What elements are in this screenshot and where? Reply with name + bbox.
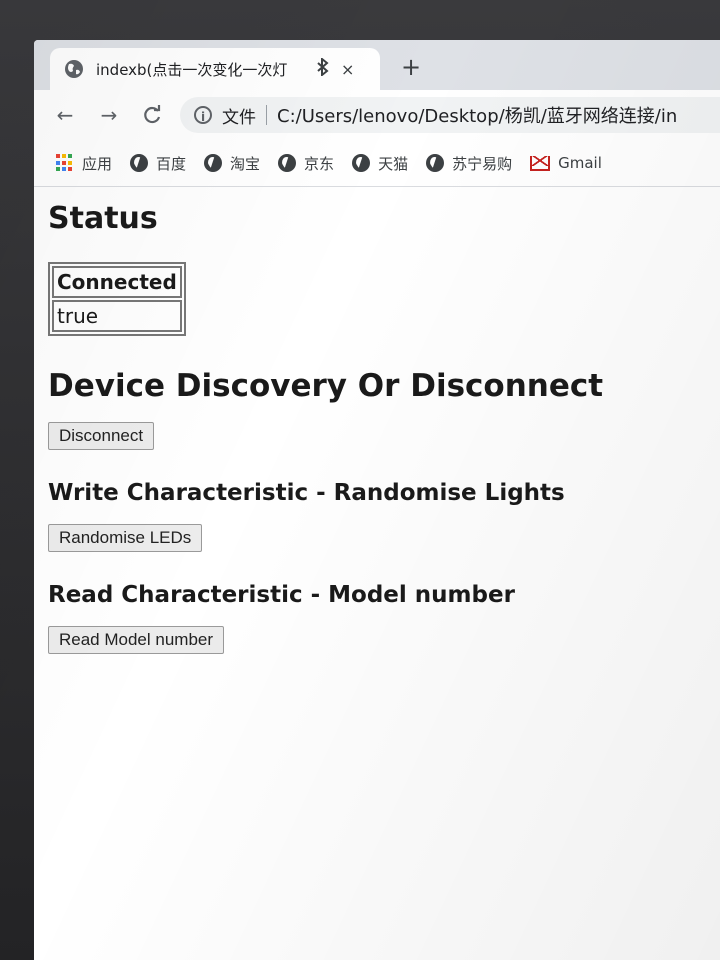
randomise-leds-button[interactable]: Randomise LEDs (48, 524, 203, 552)
new-tab-button[interactable]: + (398, 54, 424, 80)
bookmark-label: 淘宝 (230, 154, 261, 173)
apps-icon (56, 154, 74, 172)
bookmark-taobao[interactable]: 淘宝 (204, 153, 260, 174)
status-table: Connected true (48, 262, 186, 336)
bookmark-label: 百度 (156, 154, 187, 173)
address-bar[interactable]: i 文件 C:/Users/lenovo/Desktop/杨凯/蓝牙网络连接/i… (180, 97, 720, 133)
status-heading: Status (48, 201, 158, 236)
globe-icon (426, 154, 445, 172)
tab-indexb[interactable]: indexb(点击一次变化一次灯 × (50, 48, 380, 90)
reload-button[interactable] (140, 102, 166, 128)
bookmark-jd[interactable]: 京东 (278, 153, 334, 174)
globe-icon (278, 154, 297, 172)
scheme-label: 文件 (222, 107, 256, 128)
bookmarks-bar: 应用 百度 淘宝 京东 天猫 苏宁易购 Gmail (34, 140, 720, 187)
bookmark-label: Gmail (558, 154, 602, 172)
arrow-left-icon: ← (56, 103, 74, 127)
read-model-number-button[interactable]: Read Model number (48, 626, 225, 654)
tab-title: indexb(点击一次变化一次灯 (96, 60, 288, 79)
bookmark-suning[interactable]: 苏宁易购 (426, 153, 512, 174)
info-icon[interactable]: i (194, 106, 212, 124)
bookmark-label: 天猫 (378, 154, 409, 173)
globe-icon (204, 154, 223, 172)
back-button[interactable]: ← (52, 102, 78, 128)
forward-button[interactable]: → (96, 102, 122, 128)
url-text[interactable]: C:/Users/lenovo/Desktop/杨凯/蓝牙网络连接/in (277, 102, 677, 128)
bookmark-baidu[interactable]: 百度 (130, 153, 186, 174)
connected-value: true (52, 300, 182, 332)
page-content: Status Connected true Device Discovery O… (34, 187, 720, 960)
toolbar: ← → i 文件 C:/Users/lenovo/Desktop/杨凯/蓝牙网络… (34, 90, 720, 140)
tab-strip: indexb(点击一次变化一次灯 × + (34, 40, 720, 90)
write-heading: Write Characteristic - Randomise Lights (48, 480, 565, 506)
bookmark-apps[interactable]: 应用 (56, 153, 112, 174)
globe-icon (65, 60, 83, 78)
close-icon[interactable]: × (341, 60, 354, 79)
globe-icon (130, 154, 149, 172)
bookmark-label: 应用 (82, 154, 113, 173)
globe-icon (352, 154, 371, 172)
discovery-heading: Device Discovery Or Disconnect (48, 368, 604, 404)
reload-icon (144, 105, 161, 124)
bookmark-label: 京东 (304, 154, 335, 173)
bluetooth-icon (317, 56, 329, 80)
arrow-right-icon: → (100, 103, 118, 127)
browser-window: indexb(点击一次变化一次灯 × + ← → i 文件 C:/Users/l… (34, 40, 720, 960)
gmail-icon (530, 155, 551, 171)
connected-header: Connected (52, 266, 182, 298)
bookmark-label: 苏宁易购 (452, 154, 513, 173)
disconnect-button[interactable]: Disconnect (48, 422, 155, 450)
bookmark-tmall[interactable]: 天猫 (352, 153, 408, 174)
bookmark-gmail[interactable]: Gmail (530, 154, 602, 172)
divider (266, 105, 267, 125)
read-heading: Read Characteristic - Model number (48, 582, 515, 608)
